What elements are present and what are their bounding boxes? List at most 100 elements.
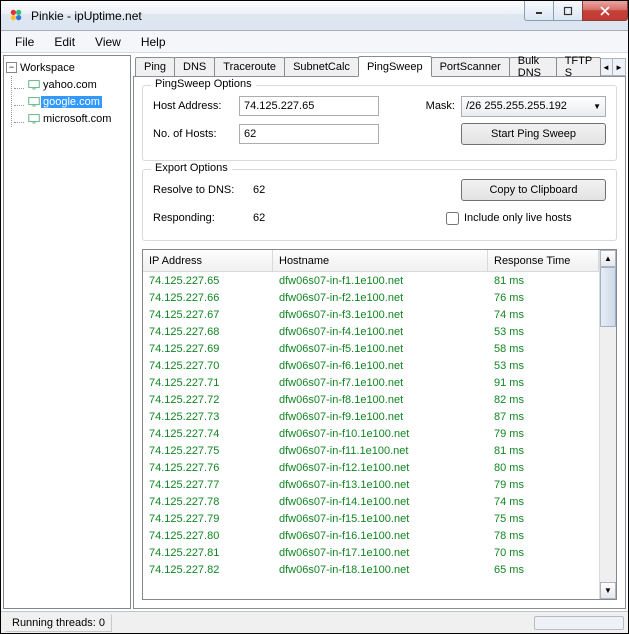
cell-response-time: 79 ms: [488, 428, 599, 440]
tab-ping[interactable]: Ping: [135, 57, 175, 76]
tab-dns[interactable]: DNS: [174, 57, 215, 76]
cell-ip: 74.125.227.79: [143, 513, 273, 525]
host-address-label: Host Address:: [153, 100, 239, 112]
table-row[interactable]: 74.125.227.74dfw06s07-in-f10.1e100.net79…: [143, 425, 599, 442]
scroll-track[interactable]: [600, 267, 616, 582]
close-button[interactable]: [582, 1, 628, 21]
table-row[interactable]: 74.125.227.71dfw06s07-in-f7.1e100.net91 …: [143, 374, 599, 391]
start-ping-sweep-button[interactable]: Start Ping Sweep: [461, 123, 606, 145]
tree-item[interactable]: yahoo.com: [12, 76, 128, 93]
mask-label: Mask:: [426, 100, 455, 112]
cell-response-time: 82 ms: [488, 394, 599, 406]
menu-file[interactable]: File: [7, 33, 42, 51]
menubar: File Edit View Help: [1, 31, 628, 53]
cell-ip: 74.125.227.78: [143, 496, 273, 508]
scroll-down-button[interactable]: ▼: [600, 582, 616, 599]
menu-edit[interactable]: Edit: [46, 33, 83, 51]
table-row[interactable]: 74.125.227.69dfw06s07-in-f5.1e100.net58 …: [143, 340, 599, 357]
cell-response-time: 79 ms: [488, 479, 599, 491]
scroll-up-button[interactable]: ▲: [600, 250, 616, 267]
tree-root[interactable]: − Workspace: [6, 59, 128, 76]
cell-response-time: 65 ms: [488, 564, 599, 576]
menu-view[interactable]: View: [87, 33, 129, 51]
cell-response-time: 74 ms: [488, 309, 599, 321]
table-row[interactable]: 74.125.227.79dfw06s07-in-f15.1e100.net75…: [143, 510, 599, 527]
tab-content: PingSweep Options Host Address: Mask: /2…: [133, 77, 626, 609]
table-row[interactable]: 74.125.227.77dfw06s07-in-f13.1e100.net79…: [143, 476, 599, 493]
table-row[interactable]: 74.125.227.81dfw06s07-in-f17.1e100.net70…: [143, 544, 599, 561]
cell-ip: 74.125.227.74: [143, 428, 273, 440]
cell-hostname: dfw06s07-in-f8.1e100.net: [273, 394, 488, 406]
table-row[interactable]: 74.125.227.67dfw06s07-in-f3.1e100.net74 …: [143, 306, 599, 323]
tab-portscanner[interactable]: PortScanner: [431, 57, 510, 76]
export-options-group: Export Options Resolve to DNS: 62 Copy t…: [142, 169, 617, 241]
cell-ip: 74.125.227.73: [143, 411, 273, 423]
col-hostname[interactable]: Hostname: [273, 250, 488, 271]
cell-response-time: 91 ms: [488, 377, 599, 389]
tree-item[interactable]: microsoft.com: [12, 110, 128, 127]
tab-tftp s[interactable]: TFTP S: [556, 57, 601, 76]
cell-response-time: 75 ms: [488, 513, 599, 525]
table-row[interactable]: 74.125.227.66dfw06s07-in-f2.1e100.net76 …: [143, 289, 599, 306]
table-row[interactable]: 74.125.227.80dfw06s07-in-f16.1e100.net78…: [143, 527, 599, 544]
status-progressbar: [534, 616, 624, 630]
collapse-icon[interactable]: −: [6, 62, 17, 73]
tab-subnetcalc[interactable]: SubnetCalc: [284, 57, 359, 76]
include-live-input[interactable]: [446, 212, 459, 225]
cell-ip: 74.125.227.65: [143, 275, 273, 287]
table-row[interactable]: 74.125.227.70dfw06s07-in-f6.1e100.net53 …: [143, 357, 599, 374]
cell-hostname: dfw06s07-in-f18.1e100.net: [273, 564, 488, 576]
table-row[interactable]: 74.125.227.73dfw06s07-in-f9.1e100.net87 …: [143, 408, 599, 425]
col-response-time[interactable]: Response Time: [488, 250, 599, 271]
copy-clipboard-button[interactable]: Copy to Clipboard: [461, 179, 606, 201]
cell-hostname: dfw06s07-in-f14.1e100.net: [273, 496, 488, 508]
mask-select[interactable]: /26 255.255.255.192 ▼: [461, 96, 606, 117]
include-live-checkbox[interactable]: Include only live hosts: [446, 212, 606, 225]
table-row[interactable]: 74.125.227.68dfw06s07-in-f4.1e100.net53 …: [143, 323, 599, 340]
cell-hostname: dfw06s07-in-f6.1e100.net: [273, 360, 488, 372]
table-row[interactable]: 74.125.227.76dfw06s07-in-f12.1e100.net80…: [143, 459, 599, 476]
cell-response-time: 74 ms: [488, 496, 599, 508]
cell-ip: 74.125.227.68: [143, 326, 273, 338]
cell-response-time: 58 ms: [488, 343, 599, 355]
vertical-scrollbar[interactable]: ▲ ▼: [599, 250, 616, 599]
tree-item-label: google.com: [41, 96, 102, 108]
tab-pingsweep[interactable]: PingSweep: [358, 56, 432, 77]
table-row[interactable]: 74.125.227.72dfw06s07-in-f8.1e100.net82 …: [143, 391, 599, 408]
table-row[interactable]: 74.125.227.82dfw06s07-in-f18.1e100.net65…: [143, 561, 599, 578]
maximize-button[interactable]: [553, 1, 583, 21]
export-options-legend: Export Options: [151, 162, 232, 174]
no-hosts-label: No. of Hosts:: [153, 128, 239, 140]
cell-response-time: 78 ms: [488, 530, 599, 542]
workspace-tree: − Workspace yahoo.com google.com microsoft…: [3, 55, 131, 609]
minimize-button[interactable]: [524, 1, 554, 21]
mask-value: /26 255.255.255.192: [466, 100, 567, 112]
cell-hostname: dfw06s07-in-f13.1e100.net: [273, 479, 488, 491]
titlebar[interactable]: Pinkie - ipUptime.net: [1, 1, 628, 31]
tab-bulk dns[interactable]: Bulk DNS: [509, 57, 557, 76]
cell-ip: 74.125.227.76: [143, 462, 273, 474]
cell-hostname: dfw06s07-in-f3.1e100.net: [273, 309, 488, 321]
tab-traceroute[interactable]: Traceroute: [214, 57, 285, 76]
cell-ip: 74.125.227.80: [143, 530, 273, 542]
host-address-input[interactable]: [239, 96, 379, 116]
cell-ip: 74.125.227.72: [143, 394, 273, 406]
scroll-thumb[interactable]: [600, 267, 616, 327]
tree-item-label: yahoo.com: [41, 79, 99, 91]
tab-scroll-right[interactable]: ►: [612, 58, 626, 76]
no-hosts-input[interactable]: [239, 124, 379, 144]
cell-hostname: dfw06s07-in-f9.1e100.net: [273, 411, 488, 423]
pingsweep-options-group: PingSweep Options Host Address: Mask: /2…: [142, 85, 617, 161]
tree-item[interactable]: google.com: [12, 93, 128, 110]
tab-scroll-left[interactable]: ◄: [599, 58, 613, 76]
cell-response-time: 80 ms: [488, 462, 599, 474]
cell-hostname: dfw06s07-in-f7.1e100.net: [273, 377, 488, 389]
dropdown-arrow-icon: ▼: [593, 102, 601, 111]
table-row[interactable]: 74.125.227.78dfw06s07-in-f14.1e100.net74…: [143, 493, 599, 510]
table-row[interactable]: 74.125.227.65dfw06s07-in-f1.1e100.net81 …: [143, 272, 599, 289]
col-ip[interactable]: IP Address: [143, 250, 273, 271]
table-row[interactable]: 74.125.227.75dfw06s07-in-f11.1e100.net81…: [143, 442, 599, 459]
cell-ip: 74.125.227.77: [143, 479, 273, 491]
menu-help[interactable]: Help: [133, 33, 174, 51]
cell-hostname: dfw06s07-in-f17.1e100.net: [273, 547, 488, 559]
